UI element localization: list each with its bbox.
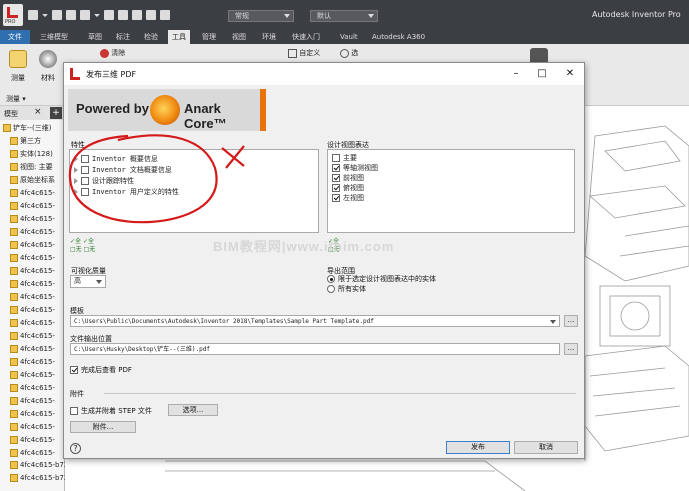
watermark: BIM教程网|www.ifbim.com <box>213 239 395 254</box>
